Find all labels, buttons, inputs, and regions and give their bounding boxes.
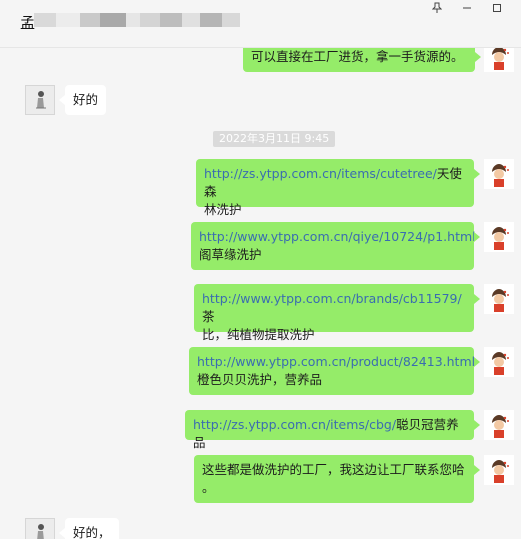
my-avatar[interactable]	[484, 347, 514, 377]
my-avatar[interactable]	[484, 159, 514, 189]
message-bubble-sent[interactable]: http://zs.ytpp.com.cn/items/cutetree/天使森…	[196, 159, 480, 217]
message-link[interactable]: http://www.ytpp.com.cn/brands/cb11579/	[202, 291, 462, 306]
message-text: 橙色贝贝洗护，营养品	[197, 372, 323, 387]
chat-header: 孟	[0, 0, 521, 48]
redacted-name-mosaic	[34, 13, 254, 28]
message-bubble-sent[interactable]: http://zs.ytpp.com.cn/items/cbg/聪贝冠营养品	[185, 410, 480, 450]
message-timestamp: 2022年3月11日 9:45	[213, 131, 336, 147]
my-avatar[interactable]	[484, 284, 514, 314]
message-text: 阁草缘洗护	[199, 247, 262, 262]
message-link[interactable]: http://www.ytpp.com.cn/product/82413.htm…	[197, 353, 475, 371]
friend-avatar[interactable]	[25, 85, 55, 115]
my-avatar[interactable]	[484, 455, 514, 485]
message-text: 比，纯植物提取洗护	[202, 327, 315, 342]
message-text: 这些都是做洗护的工厂，我这边让工厂联系您哈	[202, 462, 465, 477]
my-avatar[interactable]	[484, 410, 514, 440]
message-link[interactable]: http://www.ytpp.com.cn/qiye/10724/p1.htm…	[199, 228, 476, 246]
message-text: 林洗护	[204, 202, 242, 217]
message-text: 好的，	[73, 525, 111, 539]
contact-name[interactable]: 孟	[20, 12, 35, 33]
minimize-icon[interactable]	[456, 0, 478, 16]
message-text: 可以直接在工厂进货，拿一手货源的。	[251, 49, 464, 64]
message-bubble-sent[interactable]: http://www.ytpp.com.cn/qiye/10724/p1.htm…	[191, 222, 480, 270]
pin-icon[interactable]	[426, 0, 448, 16]
chat-message-list[interactable]: 可以直接在工厂进货，拿一手货源的。 好的 2022年3月11日 9:45 htt…	[0, 48, 521, 539]
message-link[interactable]: http://zs.ytpp.com.cn/items/cbg/	[193, 417, 396, 432]
my-avatar[interactable]	[484, 222, 514, 252]
message-bubble-received[interactable]: 好的，	[59, 518, 119, 539]
message-bubble-received[interactable]: 好的	[58, 85, 107, 115]
message-text: 。	[202, 480, 215, 495]
friend-avatar[interactable]	[25, 518, 55, 539]
message-bubble-sent[interactable]: http://www.ytpp.com.cn/product/82413.htm…	[189, 347, 480, 395]
message-bubble-sent[interactable]: 这些都是做洗护的工厂，我这边让工厂联系您哈 。	[194, 455, 480, 503]
maximize-icon[interactable]	[486, 0, 508, 16]
message-text: 茶	[202, 309, 215, 324]
message-bubble-sent[interactable]: 可以直接在工厂进货，拿一手货源的。	[243, 48, 481, 72]
my-avatar[interactable]	[484, 48, 514, 72]
message-bubble-sent[interactable]: http://www.ytpp.com.cn/brands/cb11579/茶 …	[194, 284, 480, 342]
message-text: 好的	[73, 92, 99, 107]
message-link[interactable]: http://zs.ytpp.com.cn/items/cutetree/	[204, 166, 437, 181]
